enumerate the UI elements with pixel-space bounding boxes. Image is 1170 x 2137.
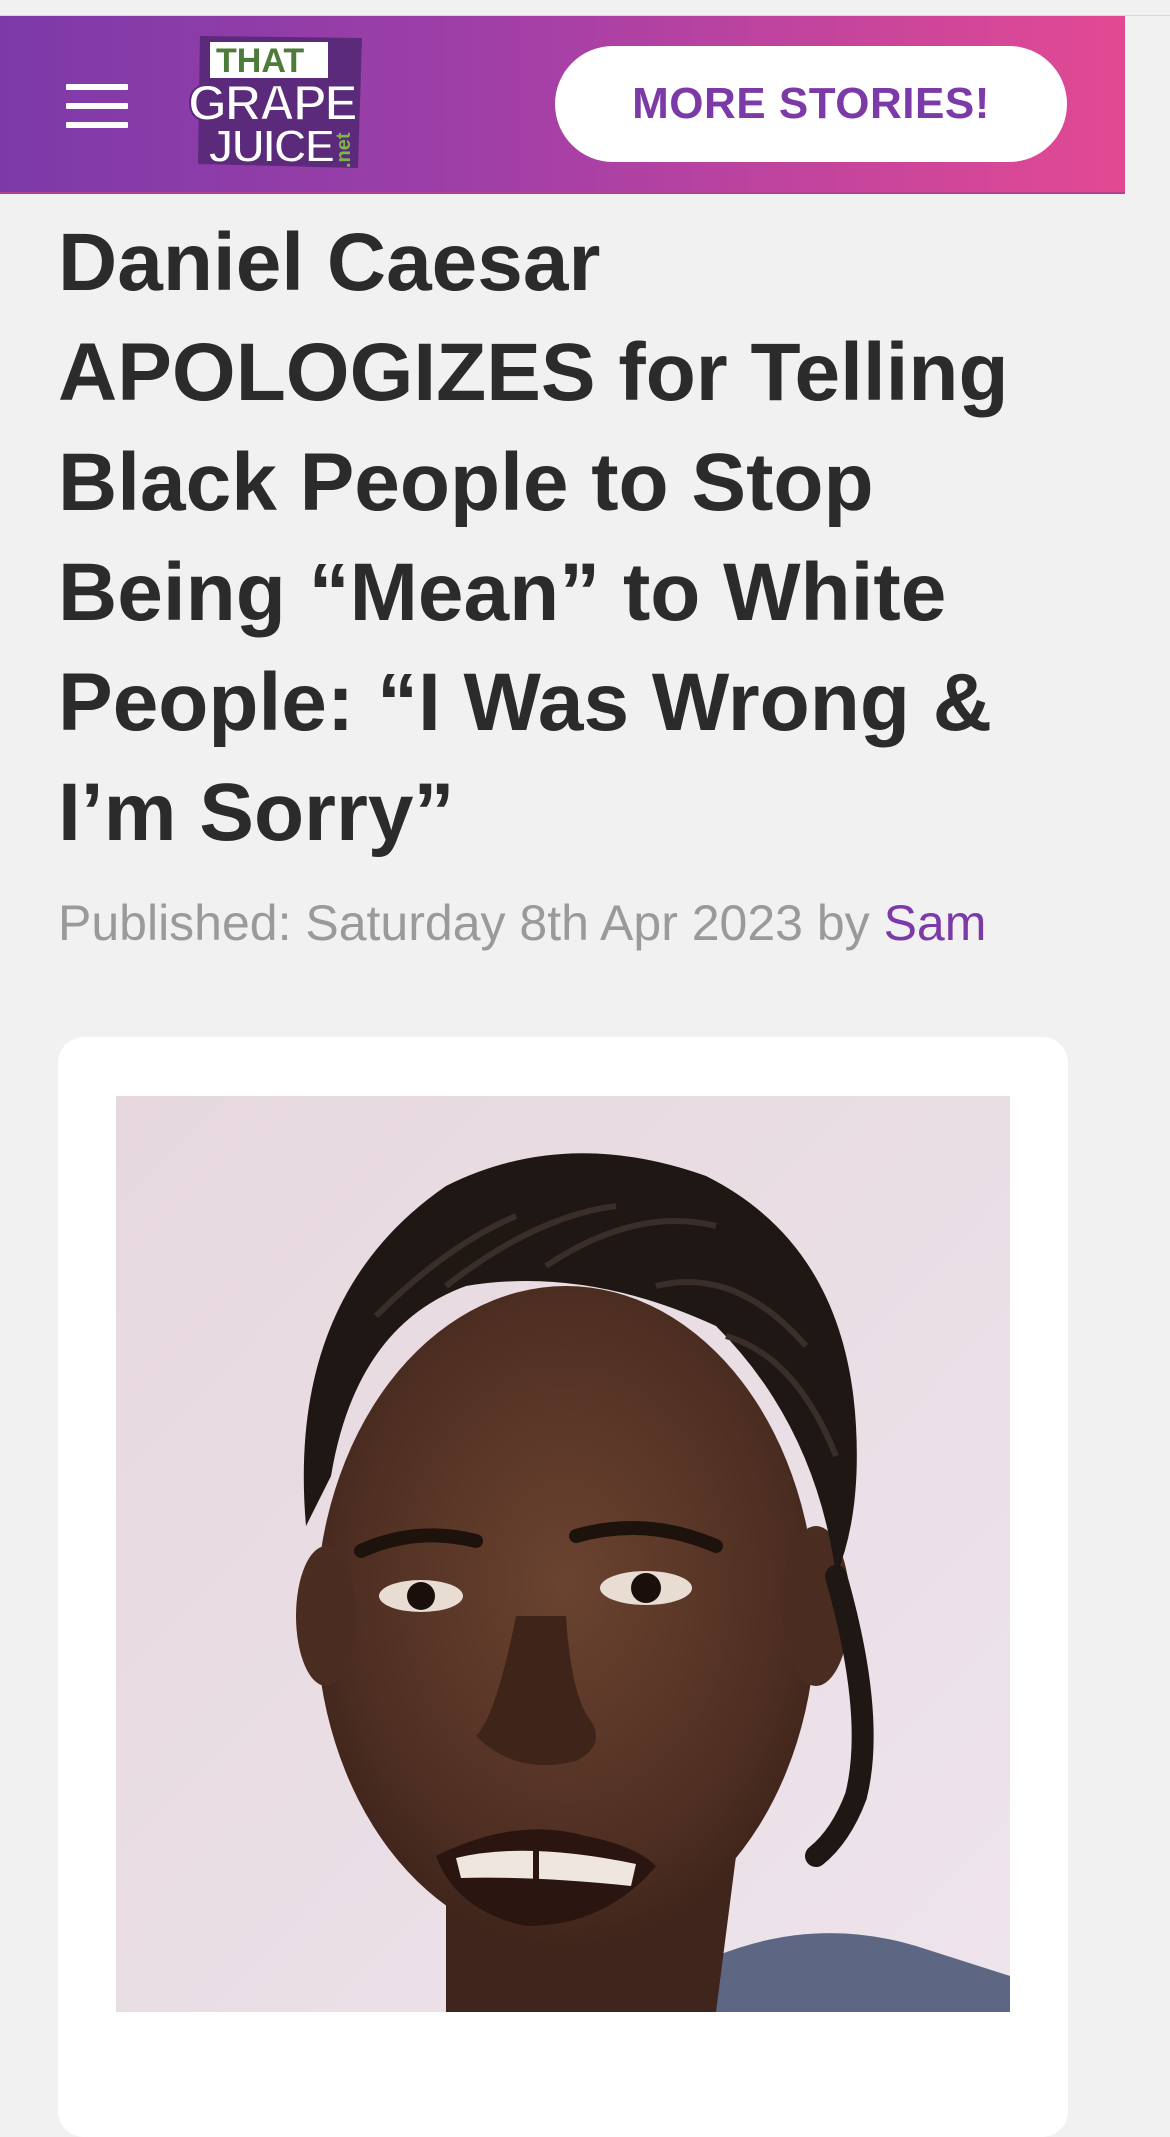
more-stories-button[interactable]: MORE STORIES! bbox=[555, 46, 1067, 162]
author-link[interactable]: Sam bbox=[884, 895, 987, 951]
status-strip bbox=[0, 0, 1170, 16]
hero-image-card bbox=[58, 1037, 1068, 2137]
article-hero-photo[interactable] bbox=[116, 1096, 1010, 2012]
hamburger-menu-icon[interactable] bbox=[66, 84, 128, 128]
published-date: Published: Saturday 8th Apr 2023 by bbox=[58, 895, 884, 951]
logo-juice-text: JUICE bbox=[208, 120, 334, 172]
logo-net-text: .net bbox=[333, 132, 355, 168]
site-logo[interactable]: THAT GRAPE JUICE .net bbox=[186, 28, 366, 176]
article-byline: Published: Saturday 8th Apr 2023 by Sam bbox=[58, 893, 986, 953]
site-header: THAT GRAPE JUICE .net MORE STORIES! bbox=[0, 16, 1125, 192]
article-title: Daniel Caesar APOLOGIZES for Telling Bla… bbox=[58, 217, 1009, 858]
